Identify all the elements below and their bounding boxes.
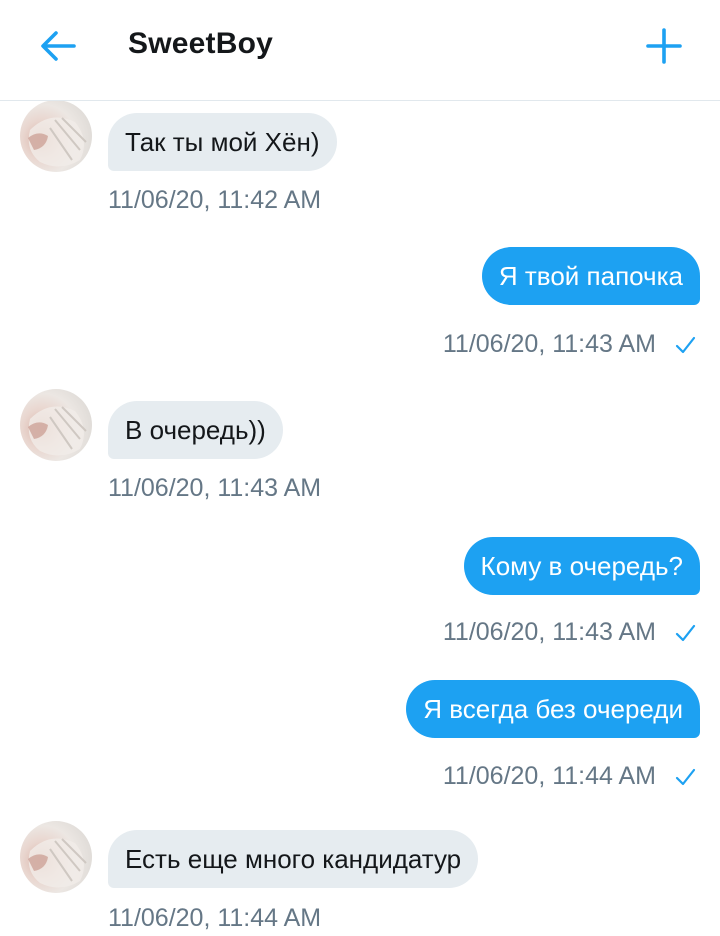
avatar[interactable] <box>20 389 92 461</box>
message-timestamp: 11/06/20, 11:44 AM <box>108 904 322 932</box>
message-bubble[interactable]: Кому в очередь? <box>463 537 700 595</box>
message-timestamp: 11/06/20, 11:43 AM <box>108 474 322 502</box>
add-button[interactable] <box>636 20 692 72</box>
message-bubble[interactable]: В очередь)) <box>108 401 283 459</box>
arrow-left-icon <box>41 31 76 61</box>
avatar[interactable] <box>20 821 92 893</box>
message-bubble[interactable]: Я всегда без очереди <box>406 680 700 738</box>
message-timestamp: 11/06/20, 11:42 AM <box>108 186 322 214</box>
avatar[interactable] <box>20 100 92 172</box>
check-icon <box>675 624 696 642</box>
conversation-header: SweetBoy <box>0 0 720 101</box>
message-timestamp: 11/06/20, 11:44 AM <box>442 762 656 790</box>
check-icon <box>675 768 696 786</box>
dm-conversation-screen: SweetBoy Так ты мой Хён) 11/06/20, 11:42… <box>0 0 720 936</box>
conversation-title[interactable]: SweetBoy <box>128 27 273 61</box>
message-timestamp: 11/06/20, 11:43 AM <box>442 330 656 358</box>
check-icon <box>675 336 696 354</box>
message-timestamp: 11/06/20, 11:43 AM <box>442 618 656 646</box>
message-bubble[interactable]: Есть еще много кандидатур <box>108 830 479 888</box>
message-bubble[interactable]: Я твой папочка <box>481 247 700 305</box>
plus-icon <box>646 28 682 64</box>
message-bubble[interactable]: Так ты мой Хён) <box>108 113 337 171</box>
back-button[interactable] <box>30 22 86 70</box>
